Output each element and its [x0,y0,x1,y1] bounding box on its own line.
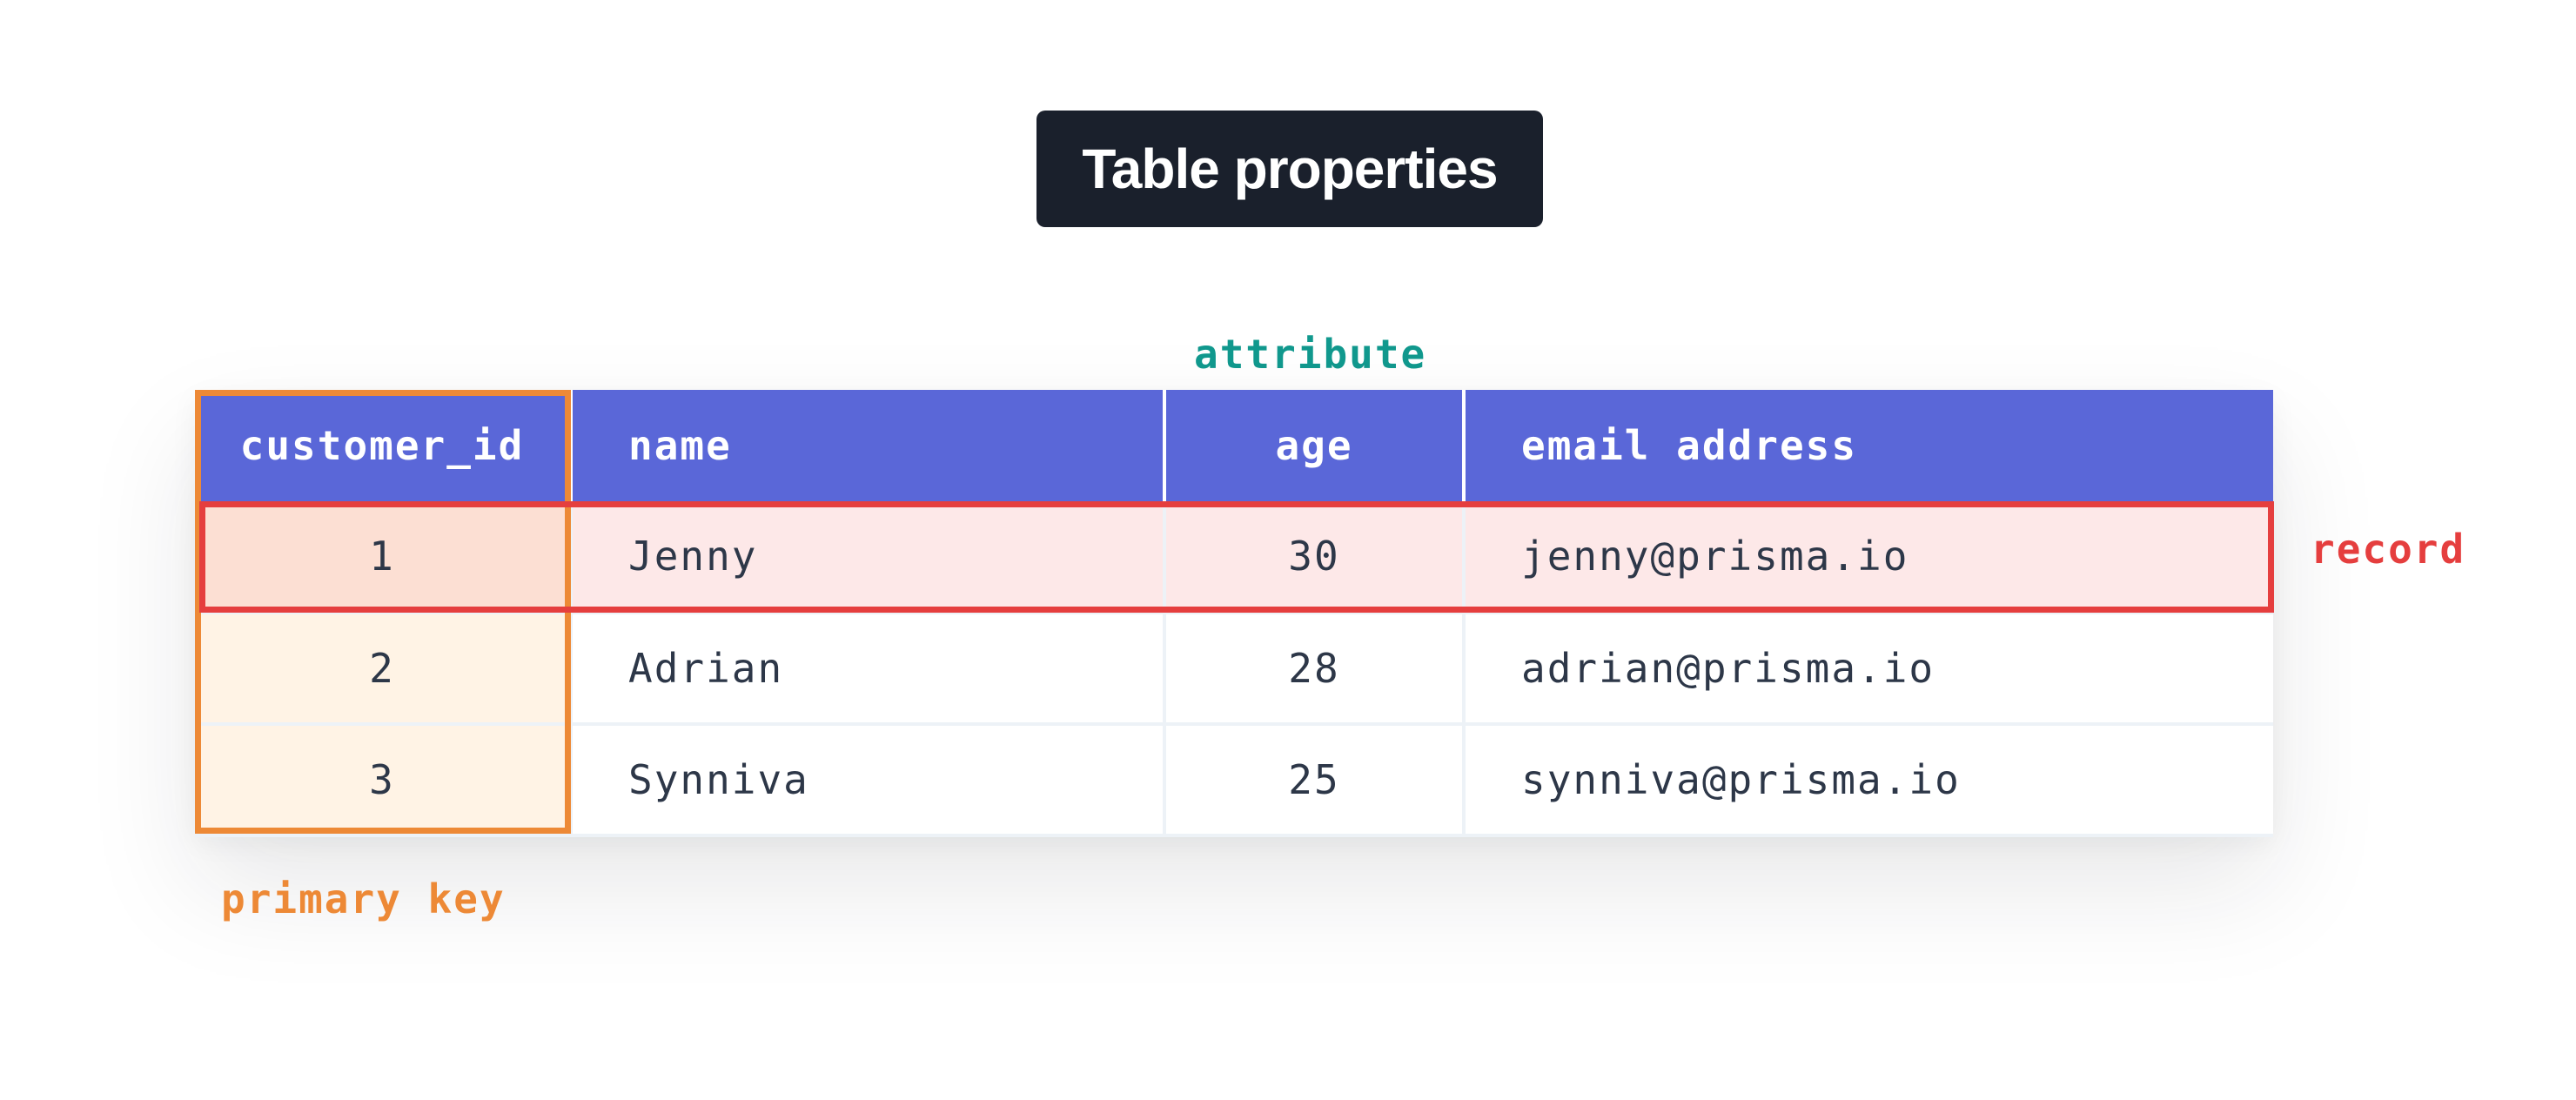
cell-name: Adrian [571,613,1166,726]
table-row: 2 Adrian 28 adrian@prisma.io [195,613,2273,726]
diagram-title: Table properties [1036,111,1543,227]
cell-name: Synniva [571,724,1166,837]
cell-customer-id: 2 [195,613,573,726]
column-header-name: name [571,390,1166,501]
column-header-customer-id: customer_id [195,390,573,501]
customer-table-container: customer_id name age email address 1 Jen… [195,390,2273,837]
cell-name: Jenny [571,501,1166,614]
cell-age: 28 [1164,613,1466,726]
table-header-row: customer_id name age email address [195,390,2273,501]
attribute-label: attribute [1194,331,1427,378]
cell-customer-id: 1 [195,501,573,614]
customer-table: customer_id name age email address 1 Jen… [195,390,2273,837]
column-header-age: age [1164,390,1466,501]
column-header-email-address: email address [1464,390,2273,501]
cell-email: adrian@prisma.io [1464,613,2273,726]
cell-customer-id: 3 [195,724,573,837]
cell-email: jenny@prisma.io [1464,501,2273,614]
primary-key-label: primary key [221,875,506,922]
record-label: record [2311,526,2466,573]
cell-email: synniva@prisma.io [1464,724,2273,837]
table-row: 1 Jenny 30 jenny@prisma.io [195,501,2273,614]
table-row: 3 Synniva 25 synniva@prisma.io [195,724,2273,837]
cell-age: 30 [1164,501,1466,614]
cell-age: 25 [1164,724,1466,837]
